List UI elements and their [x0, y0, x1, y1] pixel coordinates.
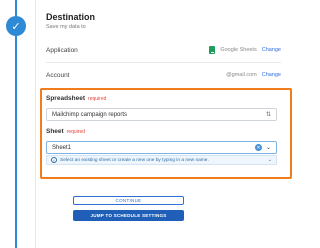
- spreadsheet-label-text: Spreadsheet: [46, 95, 86, 102]
- step-rail: [15, 0, 17, 248]
- divider: [46, 62, 281, 63]
- clear-icon[interactable]: ✕: [254, 144, 262, 151]
- required-tag: required: [88, 96, 107, 102]
- account-row: Account @gmail.com Change: [46, 69, 281, 81]
- account-value: @gmail.com: [226, 72, 257, 78]
- spreadsheet-label: Spreadsheet required: [46, 95, 106, 102]
- application-row: Application Google Sheets Change: [46, 44, 281, 56]
- sheet-hint: i Select an existing sheet or create a n…: [46, 155, 277, 165]
- check-icon: ✓: [6, 16, 26, 36]
- spreadsheet-field[interactable]: Mailchimp campaign reports ⇅: [46, 108, 277, 121]
- google-sheets-icon: [209, 46, 216, 54]
- sheet-value: Sheet1: [52, 144, 72, 151]
- chevron-down-icon[interactable]: ⌄: [266, 144, 271, 151]
- continue-button[interactable]: CONTINUE: [73, 196, 184, 205]
- required-tag: required: [66, 129, 86, 135]
- info-icon: i: [51, 157, 57, 163]
- sheet-select[interactable]: Sheet1 ✕ ⌄: [46, 141, 277, 154]
- spreadsheet-action-icon[interactable]: ⇅: [266, 111, 271, 118]
- change-application-link[interactable]: Change: [262, 47, 281, 53]
- jump-to-schedule-button[interactable]: JUMP TO SCHEDULE SETTINGS: [73, 210, 184, 221]
- account-label: Account: [46, 71, 70, 79]
- application-label: Application: [46, 46, 78, 54]
- section-subtitle: Save my data to: [46, 24, 86, 30]
- chevron-down-icon[interactable]: ⌄: [268, 157, 272, 163]
- sheet-hint-text: Select an existing sheet or create a new…: [60, 157, 209, 163]
- change-account-link[interactable]: Change: [262, 72, 281, 78]
- application-value: Google Sheets: [220, 47, 257, 53]
- section-title: Destination: [46, 12, 96, 22]
- spreadsheet-value: Mailchimp campaign reports: [52, 111, 128, 118]
- sheet-label: Sheet required: [46, 128, 85, 135]
- sheet-label-text: Sheet: [46, 128, 64, 135]
